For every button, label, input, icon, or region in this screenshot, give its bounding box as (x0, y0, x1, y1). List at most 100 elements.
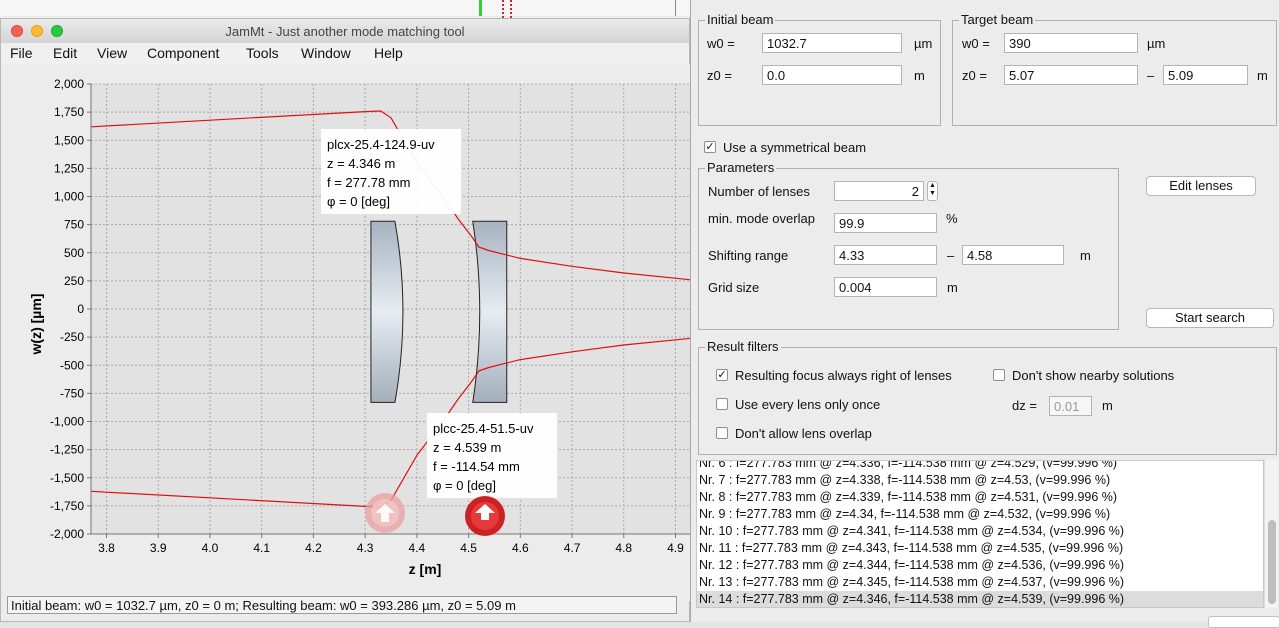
target-w0-input[interactable] (1004, 33, 1138, 53)
nearby-solutions-checkbox[interactable] (993, 369, 1005, 381)
target-z0-from-input[interactable] (1004, 65, 1138, 85)
initial-w0-label: w0 = (707, 36, 735, 51)
y-tick-label: 1,000 (54, 190, 84, 204)
menu-tools[interactable]: Tools (246, 45, 279, 61)
x-tick-label: 4.2 (305, 541, 322, 555)
result-row[interactable]: Nr. 11 : f=277.783 mm @ z=4.343, f=-114.… (699, 540, 1123, 557)
parameters-title: Parameters (705, 160, 777, 175)
y-tick-label: 1,500 (54, 133, 84, 147)
shifting-range-to-input[interactable] (962, 245, 1064, 265)
result-filters-title: Result filters (705, 339, 781, 354)
focus-right-checkbox[interactable]: ✓ (716, 369, 728, 381)
results-scrollbar-thumb[interactable] (1268, 520, 1276, 604)
dz-unit: m (1102, 398, 1113, 413)
x-tick-label: 4.9 (667, 541, 684, 555)
menu-file[interactable]: File (10, 45, 33, 61)
target-w0-label: w0 = (962, 36, 990, 51)
menu-edit[interactable]: Edit (53, 45, 77, 61)
target-z0-unit: m (1257, 68, 1268, 83)
target-z0-to-input[interactable] (1163, 65, 1248, 85)
x-tick-label: 4.6 (512, 541, 529, 555)
x-tick-label: 4.8 (615, 541, 632, 555)
menu-view[interactable]: View (97, 45, 127, 61)
result-row[interactable]: Nr. 12 : f=277.783 mm @ z=4.344, f=-114.… (699, 557, 1124, 574)
result-row-selected[interactable]: Nr. 14 : f=277.783 mm @ z=4.346, f=-114.… (697, 591, 1263, 607)
result-row[interactable]: Nr. 10 : f=277.783 mm @ z=4.341, f=-114.… (699, 523, 1124, 540)
y-tick-label: -750 (60, 386, 84, 400)
y-tick-label: -1,000 (50, 415, 84, 429)
lens-2-z: z = 4.539 m (433, 440, 501, 455)
y-axis-ticks: 2,000 1,750 1,500 1,250 1,000 750 500 250 0 -250 -… (50, 77, 91, 541)
y-tick-label: -1,750 (50, 499, 84, 513)
title-bar[interactable]: JamMt - Just another mode matching tool (1, 19, 689, 44)
lens-2-annotation: plcc-25.4-51.5-uv z = 4.539 m f = -114.5… (427, 413, 557, 498)
lens-once-checkbox[interactable] (716, 398, 728, 410)
y-tick-label: 0 (77, 302, 84, 316)
results-list[interactable]: Nr. 6 : f=277.783 mm @ z=4.336, f=-114.5… (696, 460, 1264, 608)
menu-help[interactable]: Help (374, 45, 403, 61)
lens-2-phi: φ = 0 [deg] (433, 478, 496, 493)
y-tick-label: 1,750 (54, 105, 84, 119)
grid-size-input[interactable] (834, 277, 937, 297)
initial-w0-input[interactable] (762, 33, 902, 53)
min-overlap-label: min. mode overlap (708, 211, 815, 226)
initial-beam-title: Initial beam (705, 12, 776, 27)
x-tick-label: 4.0 (202, 541, 219, 555)
shifting-range-from-input[interactable] (834, 245, 937, 265)
x-axis-label: z [m] (409, 561, 442, 577)
initial-z0-input[interactable] (762, 65, 902, 85)
lens-1-move-handle-icon[interactable] (365, 493, 405, 533)
target-beam-title: Target beam (959, 12, 1036, 27)
lens-once-label: Use every lens only once (735, 397, 881, 412)
num-lenses-label: Number of lenses (708, 184, 810, 199)
min-overlap-input[interactable] (834, 213, 937, 233)
background-divider (675, 0, 676, 16)
lens-1-shape (370, 220, 404, 403)
initial-w0-unit: µm (914, 36, 933, 51)
x-tick-label: 4.1 (253, 541, 270, 555)
edit-lenses-button[interactable]: Edit lenses (1146, 176, 1256, 196)
start-search-button[interactable]: Start search (1146, 308, 1274, 328)
target-z0-label: z0 = (962, 68, 987, 83)
target-w0-unit: µm (1147, 36, 1166, 51)
y-tick-label: -2,000 (50, 527, 84, 541)
lens-2-move-handle-icon[interactable] (465, 496, 505, 536)
background-window-strip (0, 0, 690, 16)
grid-size-unit: m (947, 280, 958, 295)
background-plot-line-green (479, 0, 482, 16)
lens-overlap-label: Don't allow lens overlap (735, 426, 872, 441)
grid-size-label: Grid size (708, 280, 760, 295)
y-tick-label: 500 (64, 246, 84, 260)
menu-component[interactable]: Component (147, 45, 219, 61)
result-row[interactable]: Nr. 7 : f=277.783 mm @ z=4.338, f=-114.5… (699, 472, 1110, 489)
lens-2-f: f = -114.54 mm (433, 459, 520, 474)
y-tick-label: -250 (60, 330, 84, 344)
focus-right-label: Resulting focus always right of lenses (735, 368, 952, 383)
x-tick-label: 4.7 (564, 541, 581, 555)
lens-1-name: plcx-25.4-124.9-uv (327, 137, 435, 152)
lens-1-annotation: plcx-25.4-124.9-uv z = 4.346 m f = 277.7… (321, 129, 461, 214)
x-tick-label: 4.4 (409, 541, 426, 555)
lens-1-f: f = 277.78 mm (327, 175, 410, 190)
results-scrollbar[interactable] (1264, 460, 1278, 608)
num-lenses-stepper[interactable]: ▲ ▼ (927, 181, 938, 201)
x-tick-label: 4.5 (460, 541, 477, 555)
beam-plot-area[interactable]: 2,000 1,750 1,500 1,250 1,000 750 500 250 0 -250 -… (1, 64, 691, 601)
status-bar: Initial beam: w0 = 1032.7 µm, z0 = 0 m; … (7, 596, 677, 614)
result-row[interactable]: Nr. 8 : f=277.783 mm @ z=4.339, f=-114.5… (699, 489, 1117, 506)
beam-plot[interactable]: 2,000 1,750 1,500 1,250 1,000 750 500 250 0 -250 -… (1, 64, 691, 601)
menu-window[interactable]: Window (301, 45, 351, 61)
x-axis-ticks: 3.8 3.9 4.0 4.1 4.2 4.3 4.4 4.5 4.6 4.7 4.8 4.9 (98, 534, 684, 555)
lens-overlap-checkbox[interactable] (716, 427, 728, 439)
bottom-button[interactable] (1208, 616, 1279, 628)
result-row[interactable]: Nr. 13 : f=277.783 mm @ z=4.345, f=-114.… (699, 574, 1124, 591)
symmetric-beam-checkbox[interactable]: ✓ (704, 141, 716, 153)
result-row[interactable]: Nr. 6 : f=277.783 mm @ z=4.336, f=-114.5… (699, 461, 1117, 472)
num-lenses-input[interactable] (834, 181, 924, 201)
result-row[interactable]: Nr. 9 : f=277.783 mm @ z=4.34, f=-114.53… (699, 506, 1110, 523)
lens-1-z: z = 4.346 m (327, 156, 395, 171)
target-z0-dash: – (1147, 68, 1155, 83)
min-overlap-unit: % (946, 211, 958, 226)
initial-z0-label: z0 = (707, 68, 732, 83)
dz-input[interactable] (1049, 396, 1092, 416)
